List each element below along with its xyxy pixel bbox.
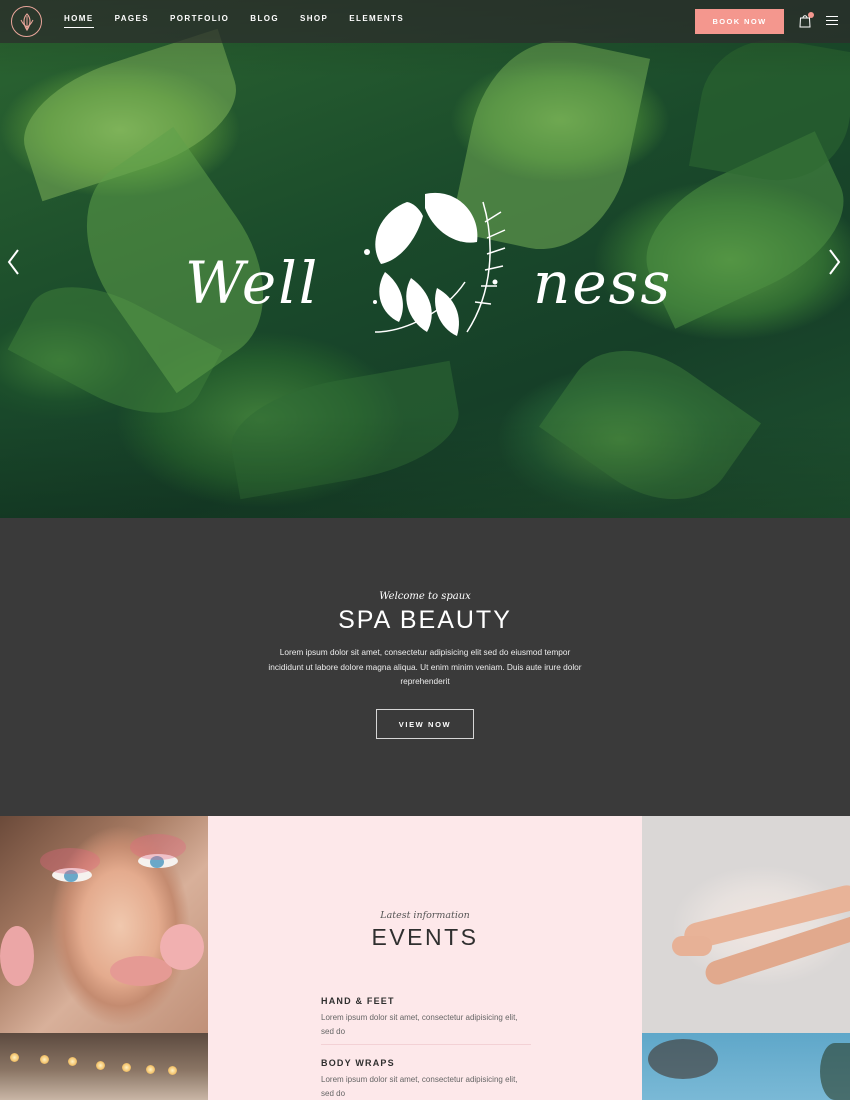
intro-text: Lorem ipsum dolor sit amet, consectetur …: [268, 647, 582, 686]
main-menu: HOME PAGES PORTFOLIO BLOG SHOP ELEMENTS: [64, 14, 404, 28]
candles-photo: [0, 1033, 208, 1100]
flower-shape: [0, 926, 34, 986]
events-kicker: Latest information: [380, 910, 470, 921]
event-name: BODY WRAPS: [321, 1058, 395, 1068]
book-now-button[interactable]: BOOK NOW: [695, 9, 784, 34]
hero-word-right: ness: [533, 249, 673, 317]
event-divider: [321, 1044, 531, 1045]
palm-shape: [820, 1043, 850, 1100]
flower-shape: [160, 924, 204, 970]
tree-shape: [648, 1039, 718, 1079]
chevron-left-icon[interactable]: [6, 248, 20, 276]
event-item[interactable]: HAND & FEET Lorem ipsum dolor sit amet, …: [321, 996, 531, 1039]
hero-title: Well ness: [185, 192, 670, 336]
nav-item-home[interactable]: HOME: [64, 14, 94, 28]
events-title: EVENTS: [371, 924, 479, 950]
top-navbar: HOME PAGES PORTFOLIO BLOG SHOP ELEMENTS …: [0, 0, 850, 43]
event-name: HAND & FEET: [321, 996, 395, 1006]
intro-kicker: Welcome to spaux: [379, 591, 471, 602]
nav-item-shop[interactable]: SHOP: [300, 14, 328, 28]
lips-shape: [110, 956, 172, 986]
nav-item-elements[interactable]: ELEMENTS: [349, 14, 404, 28]
intro-title: SPA BEAUTY: [338, 606, 512, 634]
tropical-leaves-emblem: [364, 192, 506, 336]
chevron-right-icon[interactable]: [828, 248, 842, 276]
nav-item-blog[interactable]: BLOG: [250, 14, 279, 28]
palm-sky-photo: [642, 1033, 850, 1100]
eyeshadow-shape: [130, 834, 186, 860]
page: Well ness HOME PAGES PORTFOLIO BLOG SHOP…: [0, 0, 850, 1100]
eyeshadow-shape: [40, 848, 100, 874]
intro-section: Welcome to spaux SPA BEAUTY Lorem ipsum …: [0, 518, 850, 816]
feet-bath-photo: [642, 816, 850, 1033]
event-item[interactable]: BODY WRAPS Lorem ipsum dolor sit amet, c…: [321, 1058, 531, 1100]
nav-item-portfolio[interactable]: PORTFOLIO: [170, 14, 229, 28]
hero-word-left: Well: [185, 249, 320, 317]
foot-shape: [672, 936, 712, 956]
leaf-logo-icon[interactable]: [11, 6, 42, 37]
view-now-button[interactable]: VIEW NOW: [376, 709, 474, 739]
hero-slider: Well ness: [0, 0, 850, 518]
nav-item-pages[interactable]: PAGES: [115, 14, 149, 28]
event-desc: Lorem ipsum dolor sit amet, consectetur …: [321, 1013, 518, 1036]
hamburger-icon[interactable]: [826, 16, 838, 26]
events-section: Latest information EVENTS HAND & FEET Lo…: [208, 816, 642, 1100]
model-face-photo: [0, 816, 208, 1033]
cart-badge: [808, 12, 814, 18]
event-desc: Lorem ipsum dolor sit amet, consectetur …: [321, 1075, 518, 1098]
